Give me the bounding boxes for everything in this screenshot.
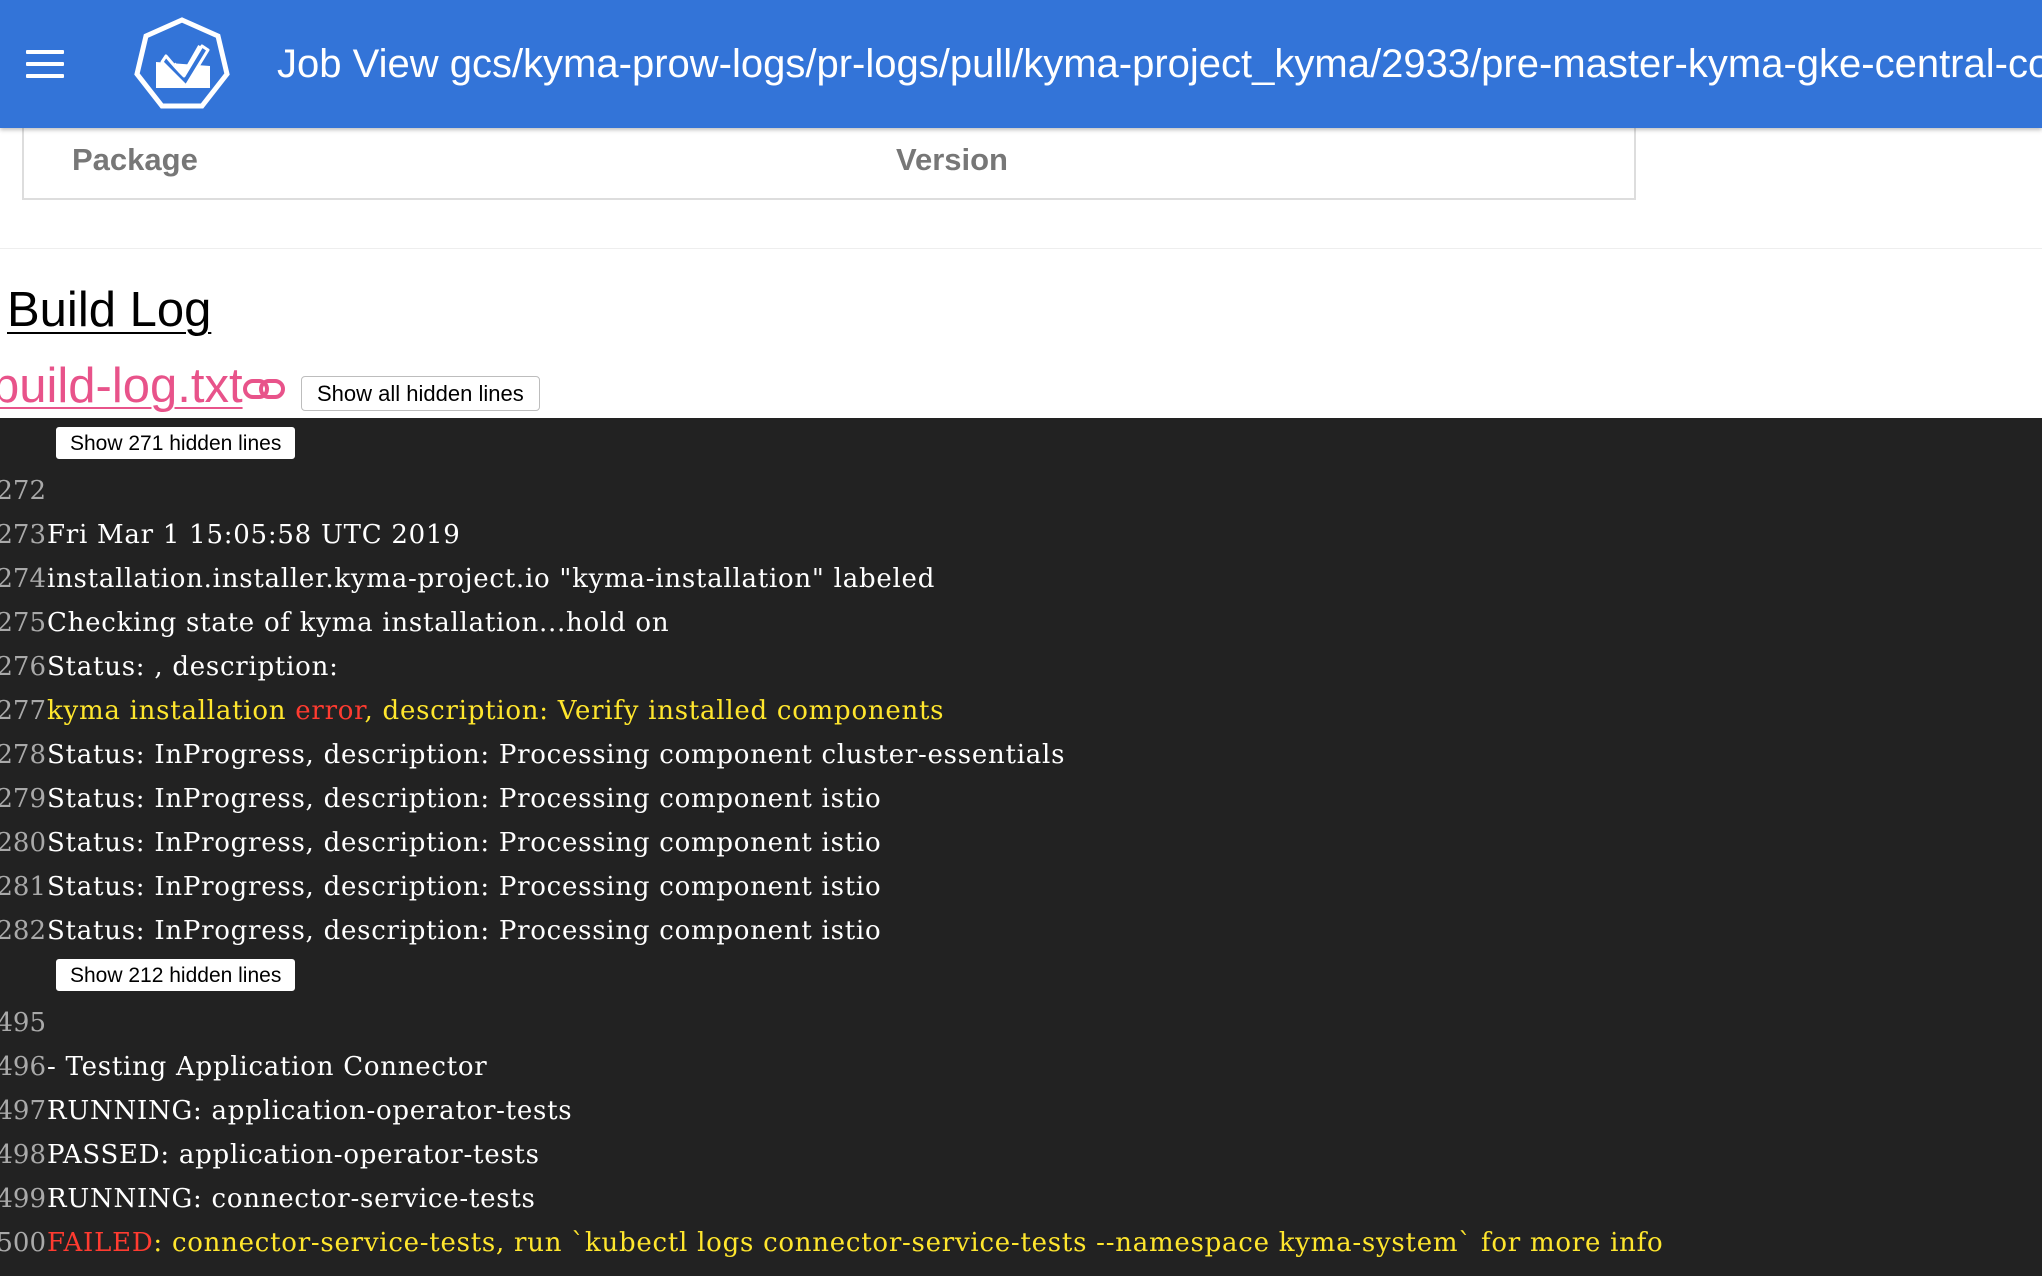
log-line-text: Status: InProgress, description: Process… [47,916,882,946]
build-log-file-link[interactable]: build-log.txt [0,356,243,416]
error-keyword: error [295,696,365,726]
line-number[interactable]: 275 [0,601,46,645]
line-number[interactable]: 272 [0,469,46,513]
line-number[interactable]: 278 [0,733,46,777]
section-divider [0,248,2042,249]
log-line-text: Status: InProgress, description: Process… [47,872,882,902]
log-line: 499RUNNING: connector-service-tests [0,1177,536,1221]
line-number[interactable]: 273 [0,513,46,557]
show-all-hidden-lines-button[interactable]: Show all hidden lines [301,376,540,411]
log-line: 277kyma installation error, description:… [0,689,944,733]
log-line: 495 [0,1001,47,1045]
prow-logo-icon[interactable] [132,16,232,114]
log-line: 276Status: , description: [0,645,339,689]
build-log-heading: Build Log [7,283,212,337]
log-text-segment: kyma installation [47,696,296,726]
log-line: 498PASSED: application-operator-tests [0,1133,540,1177]
log-line: 496- Testing Application Connector [0,1045,487,1089]
line-number[interactable]: 274 [0,557,46,601]
line-number[interactable]: 277 [0,689,46,733]
line-number[interactable]: 281 [0,865,46,909]
line-number[interactable]: 498 [0,1133,46,1177]
show-hidden-lines-button[interactable]: Show 271 hidden lines [56,427,296,459]
log-line: 273Fri Mar 1 15:05:58 UTC 2019 [0,513,461,557]
build-log-output: Show 271 hidden lines 272 273Fri Mar 1 15… [0,418,2042,1276]
package-column-header: Package [72,142,198,177]
page-title: Job View gcs/kyma-prow-logs/pr-logs/pull… [277,42,2042,86]
log-line-text: Status: InProgress, description: Process… [47,828,882,858]
line-number[interactable]: 499 [0,1177,46,1221]
line-number[interactable]: 276 [0,645,46,689]
log-text-segment: , description: Verify installed componen… [364,696,945,726]
log-text-segment: : connector-service-tests, run `kubectl … [153,1228,1664,1258]
show-hidden-lines-button[interactable]: Show 212 hidden lines [56,959,296,991]
log-line-text: - Testing Application Connector [47,1052,488,1082]
log-line-text: Status: , description: [47,652,339,682]
log-line-text: kyma installation error, description: Ve… [47,689,944,733]
log-line-text: PASSED: application-operator-tests [47,1140,540,1170]
log-line: 497RUNNING: application-operator-tests [0,1089,572,1133]
line-number[interactable]: 496 [0,1045,46,1089]
log-line: 275Checking state of kyma installation..… [0,601,669,645]
error-keyword: FAILED [47,1228,154,1258]
line-number[interactable]: 280 [0,821,46,865]
hamburger-menu-icon[interactable] [26,50,66,78]
line-number[interactable]: 282 [0,909,46,953]
log-line-text: Fri Mar 1 15:05:58 UTC 2019 [47,520,461,550]
log-line: 281Status: InProgress, description: Proc… [0,865,881,909]
log-line-text: FAILED: connector-service-tests, run `ku… [47,1221,1663,1265]
log-line: 272 [0,469,47,513]
line-number[interactable]: 497 [0,1089,46,1133]
log-line-text: installation.installer.kyma-project.io "… [47,564,936,594]
line-number[interactable]: 495 [0,1001,46,1045]
version-column-header: Version [896,142,1008,177]
log-line-text: Status: InProgress, description: Process… [47,740,1066,770]
log-line-text: RUNNING: connector-service-tests [47,1184,536,1214]
log-line: 279Status: InProgress, description: Proc… [0,777,881,821]
link-icon[interactable] [242,374,286,404]
log-line: 278Status: InProgress, description: Proc… [0,733,1065,777]
log-line: 500FAILED: connector-service-tests, run … [0,1221,1663,1265]
log-line: 282Status: InProgress, description: Proc… [0,909,881,953]
line-number[interactable]: 279 [0,777,46,821]
line-number[interactable]: 500 [0,1221,46,1265]
log-line-text: Checking state of kyma installation...ho… [47,608,670,638]
log-line-text: RUNNING: application-operator-tests [47,1096,573,1126]
app-bar: Job View gcs/kyma-prow-logs/pr-logs/pull… [0,0,2042,128]
log-line-text: Status: InProgress, description: Process… [47,784,882,814]
log-line: 280Status: InProgress, description: Proc… [0,821,881,865]
log-line: 274installation.installer.kyma-project.i… [0,557,935,601]
